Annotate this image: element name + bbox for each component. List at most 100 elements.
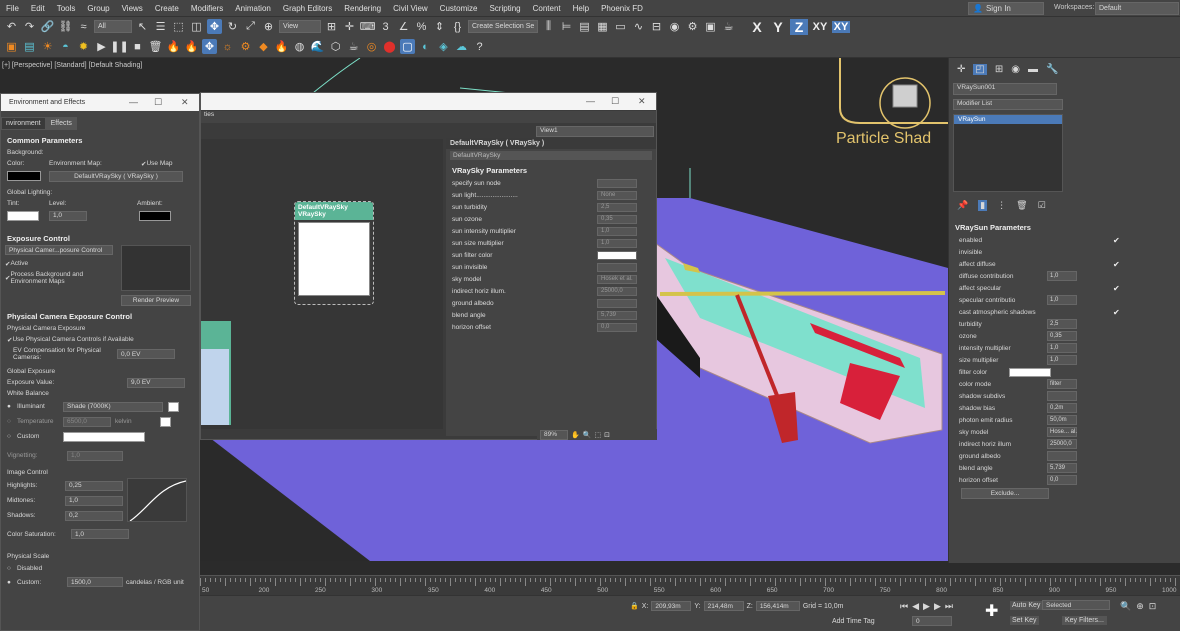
shadows-spinner[interactable]: 0,2 [65,510,123,521]
menu-edit[interactable]: Edit [25,4,51,13]
axis-z-button[interactable]: Z [790,18,808,35]
angle-snap-icon[interactable]: ∠ [396,19,411,34]
trash-icon[interactable]: 🗑 [148,39,163,54]
axis-xy-cycle-button[interactable]: XY [832,20,850,33]
scale-icon[interactable]: ⤢ [243,19,258,34]
vraysun-param-value[interactable] [1113,248,1121,256]
vraysky-param-value[interactable] [597,298,637,308]
modify-tab-icon[interactable]: ◰ [973,64,987,75]
align-icon[interactable]: ⊨ [559,19,574,34]
menu-content[interactable]: Content [527,4,567,13]
pin-stack-icon[interactable]: 📌 [957,200,968,211]
phoenix-ocean-icon[interactable]: ◆ [256,39,271,54]
select-object-icon[interactable]: ↖ [135,19,150,34]
add-time-tag[interactable]: Add Time Tag [832,618,875,625]
mirror-icon[interactable]: ⫼ [541,19,556,34]
vraysky-param-value[interactable]: 0,35 [597,214,637,224]
menu-modifiers[interactable]: Modifiers [185,4,229,13]
minimize-icon[interactable]: — [129,97,138,107]
vraysun-param-value[interactable]: 1,0 [1047,355,1077,365]
custom-scale-spinner[interactable]: 1500,0 [67,577,123,587]
phoenix-fire-icon[interactable]: 🔥 [166,39,181,54]
axis-xy-button[interactable]: XY [811,21,829,33]
ribbon-icon[interactable]: ▭ [613,19,628,34]
vray-render-icon[interactable]: ▣ [4,39,19,54]
x-coord[interactable]: 209,93m [651,601,692,611]
named-selection-set[interactable]: Create Selection Se [468,20,538,33]
spinner-snap-icon[interactable]: ⇕ [432,19,447,34]
modifier-list-select[interactable]: Modifier List [953,99,1063,110]
close-icon[interactable]: ✕ [181,97,189,108]
show-end-result-icon[interactable]: ▮ [978,200,988,211]
snap-3d-icon[interactable]: 3 [378,19,393,34]
exposure-control-select[interactable]: Physical Camer...posure Control [5,245,113,255]
timeline[interactable]: 50 200 250 300 350 400 450 500 550 600 650 700 750 80… [200,575,1180,595]
phoenix-mesh-icon[interactable]: ◈ [436,39,451,54]
vraysun-param-value[interactable]: 0,35 [1047,331,1077,341]
render-icon[interactable]: ☕ [721,19,736,34]
tab-environment[interactable]: nvironment [1,117,46,130]
disabled-radio[interactable]: ○ [7,565,17,572]
common-params-rollout[interactable]: Common Parameters [1,134,199,147]
help-icon[interactable]: ? [472,39,487,54]
vraysun-param-value[interactable]: 2,5 [1047,319,1077,329]
phoenix-stop-icon[interactable]: ⬤ [382,39,397,54]
vraysun-param-value[interactable]: ✔ [1113,236,1121,245]
color-saturation-spinner[interactable]: 1,0 [71,529,129,539]
ev-comp-spinner[interactable]: 0,0 EV [117,349,175,359]
temperature-swatch[interactable] [160,416,171,427]
filter-color-swatch[interactable] [1009,367,1051,377]
custom-radio[interactable]: ○ [7,433,17,440]
vignetting-spinner[interactable]: 1,0 [67,450,123,461]
material-name-field[interactable]: DefaultVRaySky [450,151,652,160]
exposure-control-rollout[interactable]: Exposure Control [1,232,199,245]
vraysun-param-value[interactable]: 50,0m [1047,415,1077,425]
key-filters-button[interactable]: Key Filters... [1062,616,1107,625]
vray-ies-icon[interactable]: ✹ [76,39,91,54]
pan-icon[interactable]: ✋ [571,431,580,439]
vraysun-param-value[interactable]: filter [1047,379,1077,389]
env-titlebar[interactable]: Environment and Effects — ☐ ✕ [1,94,199,111]
vraysky-param-value[interactable]: 5,739 [597,310,637,320]
menu-scripting[interactable]: Scripting [483,4,526,13]
vraysun-param-value[interactable]: 1,0 [1047,295,1077,305]
pcec-rollout[interactable]: Physical Camera Exposure Control [1,310,199,323]
phoenix-cloud-icon[interactable]: ☁ [454,39,469,54]
move-icon[interactable]: ✥ [207,19,222,34]
phoenix-foam-icon[interactable]: ◍ [292,39,307,54]
vraysun-param-value[interactable]: ✔ [1113,308,1121,317]
keyboard-shortcut-icon[interactable]: ⌨ [360,19,376,34]
phoenix-preset-icon[interactable]: ☕ [346,39,361,54]
illuminant-select[interactable]: Shade (7000K) [63,401,163,412]
close-icon[interactable]: ✕ [638,96,646,107]
tint-swatch[interactable] [7,210,39,221]
zoom-icon[interactable]: 🔍 [1120,601,1131,612]
ref-coord-select[interactable]: View [279,20,321,33]
layer-explorer-icon[interactable]: ▦ [595,19,610,34]
highlights-spinner[interactable]: 0,25 [65,480,123,491]
node-graph-area[interactable]: DefaultVRaySky VRaySky [201,139,443,429]
redo-icon[interactable]: ↷ [22,19,37,34]
vraysky-node[interactable]: DefaultVRaySky VRaySky [294,201,374,305]
vraysun-param-value[interactable]: 1,0 [1047,271,1077,281]
vraysky-param-value[interactable]: None [597,190,637,200]
goto-end-icon[interactable]: ⏭ [945,601,953,612]
phoenix-water-icon[interactable]: 🌊 [310,39,325,54]
menu-customize[interactable]: Customize [434,4,484,13]
render-frame-icon[interactable]: ▣ [703,19,718,34]
zoom-icon[interactable]: 🔍 [583,431,592,439]
select-by-name-icon[interactable]: ☰ [153,19,168,34]
menu-rendering[interactable]: Rendering [338,4,387,13]
vraysun-param-value[interactable]: 0,0 [1047,475,1077,485]
maximize-icon[interactable]: ☐ [611,96,619,107]
phoenix-fluid-icon[interactable]: ⚙ [238,39,253,54]
auto-key-button[interactable]: Auto Key [1010,601,1043,610]
sign-in-dropdown[interactable]: 👤 Sign In [968,2,1044,15]
prev-frame-icon[interactable]: ◀ [912,601,919,612]
material-editor-titlebar[interactable]: — ☐ ✕ [201,93,656,110]
lock-icon[interactable]: 🔒 [630,602,639,610]
custom-swatch[interactable] [63,431,145,442]
exposure-value-spinner[interactable]: 9,0 EV [127,377,185,388]
menu-help[interactable]: Help [567,4,595,13]
axis-x-button[interactable]: X [748,19,766,35]
